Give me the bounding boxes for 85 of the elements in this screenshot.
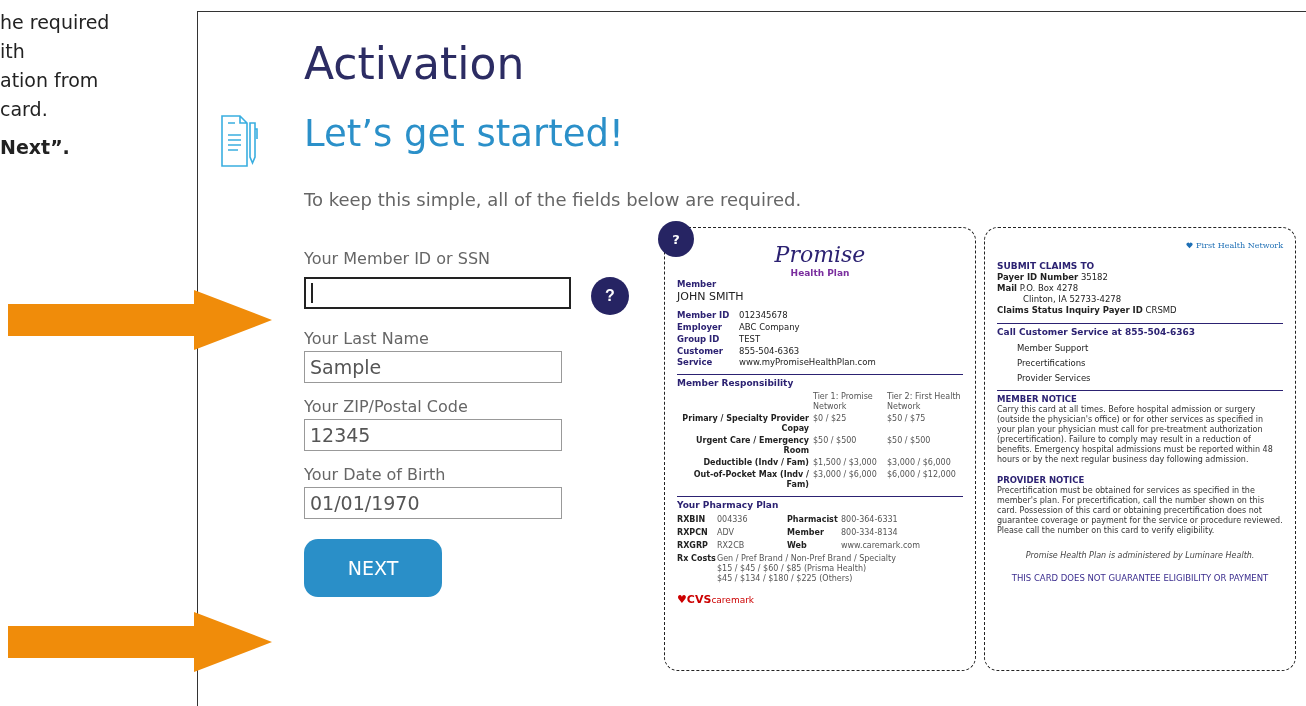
pharmacy-logo: ♥CVS: [677, 593, 712, 606]
instruction-text: ith: [0, 39, 26, 64]
row-label: Out-of-Pocket Max (Indv / Fam): [692, 470, 809, 490]
table-cell-text: $0 / $25: [813, 414, 848, 425]
table-cell-text: $50 / $500: [813, 436, 858, 447]
notice-text: Precertification must be obtained for services as specified in the member's plan. For precertification, call the number shown on this card. Possession of this card or obtaining precertification does not guarantee coverage or payment for the service or procedure reviewed. Please call the number on this card to verify eligibility.: [997, 486, 1283, 536]
field-label: Your Member ID or SSN: [304, 249, 491, 268]
logo-subtitle: Health Plan: [790, 268, 850, 278]
card-label: RXPCN: [677, 528, 709, 538]
field-label: Your Last Name: [304, 329, 430, 348]
card-value: 855-504-6363: [739, 346, 801, 357]
section-title: SUBMIT CLAIMS TO: [997, 261, 1096, 272]
instruction-text: card.: [0, 97, 49, 122]
card-value: Gen / Pref Brand / Non-Pref Brand / Specialty: [717, 554, 896, 564]
notice-title: MEMBER NOTICE: [997, 394, 1078, 405]
card-label: Group ID: [677, 334, 721, 345]
section-title: Member Responsibility: [677, 374, 963, 389]
card-value: 004336: [717, 515, 749, 525]
arrow-icon: [8, 612, 272, 672]
input-field[interactable]: [304, 277, 571, 309]
column-header: Tier 1: Promise Network: [813, 392, 874, 412]
section-title: Call Customer Service at 855-504-6363: [997, 323, 1283, 338]
member-name: JOHN SMITH: [677, 290, 745, 304]
row-label: Deductible (Indv / Fam): [702, 458, 809, 468]
card-label: Member ID: [677, 310, 731, 321]
notice-title: PROVIDER NOTICE: [997, 475, 1086, 486]
instruction-text: he required: [0, 10, 111, 35]
input-field[interactable]: 12345: [304, 419, 562, 451]
card-value: $15 / $45 / $60 / $85 (Prisma Health): [717, 564, 868, 574]
help-button[interactable]: ?: [591, 277, 629, 315]
heart-icon: [1185, 242, 1193, 249]
claims-text: Clinton, IA 52733-4278: [1022, 294, 1123, 305]
service-item: Member Support: [1016, 342, 1090, 355]
claims-text: Claims Status Inquiry Payer ID CRSMD: [997, 305, 1178, 316]
input-field[interactable]: 01/01/1970: [304, 487, 562, 519]
card-value: 012345678: [739, 310, 788, 321]
card-label: Customer Service: [677, 346, 725, 368]
service-item: Precertifications: [1016, 357, 1087, 370]
card-value: www.caremark.com: [841, 541, 922, 551]
network-logo: First Health Network: [1195, 240, 1283, 251]
table-cell-text: $3,000 / $6,000: [887, 458, 952, 468]
disclaimer-text: THIS CARD DOES NOT GUARANTEE ELIGIBILITY OR PAYMENT: [1010, 573, 1270, 584]
card-label: Web: [787, 541, 808, 551]
administrator-text: Promise Health Plan is administered by Luminare Health.: [1024, 550, 1256, 561]
service-item: Provider Services: [1016, 372, 1092, 385]
row-label: Primary / Specialty Provider Copay: [681, 414, 809, 434]
help-badge[interactable]: ?: [658, 221, 694, 257]
claims-text: Payer ID Number 35182: [997, 272, 1109, 283]
card-value: 800-334-8134: [841, 528, 899, 538]
instruction-text: Next”.: [0, 135, 71, 160]
input-field[interactable]: Sample: [304, 351, 562, 383]
table-cell-text: $3,000 / $6,000: [813, 470, 878, 481]
page-heading: Let’s get started!: [304, 111, 624, 155]
card-value: RX2CB: [717, 541, 746, 551]
table-cell-text: $6,000 / $12,000: [887, 470, 957, 481]
card-label: Pharmacist: [787, 515, 839, 525]
card-value: TEST: [739, 334, 761, 345]
card-label: RXGRP: [677, 541, 709, 551]
claims-text: Mail P.O. Box 4278: [997, 283, 1080, 294]
instruction-text: ation from: [0, 68, 100, 93]
section-title: Your Pharmacy Plan: [677, 496, 963, 511]
column-header: Tier 2: First Health Network: [887, 392, 962, 412]
next-button[interactable]: NEXT: [304, 539, 442, 597]
card-label: Member: [787, 528, 825, 538]
field-label: Your Date of Birth: [304, 465, 447, 484]
card-value: ABC Company: [739, 322, 800, 333]
table-cell-text: $50 / $75: [887, 414, 927, 425]
card-value: www.myPromiseHealthPlan.com: [739, 357, 876, 368]
notice-text: Carry this card at all times. Before hospital admission or surgery (outside the physician's office) or for other services as specified in your plan your physician must call for pre-treatment authorization (precertification). Failure to comply may result in a reduction of benefits. Emergency hospital admissions must be reported within 48 hours or by the next regular business day following admission.: [997, 405, 1274, 465]
card-value: $45 / $134 / $180 / $225 (Others): [717, 574, 854, 584]
promise-logo: Promise: [774, 242, 866, 267]
card-value: 800-364-6331: [841, 515, 899, 525]
card-label: RXBIN: [677, 515, 707, 525]
card-label: Rx Costs: [677, 554, 717, 565]
pharmacy-logo-subtitle: caremark: [711, 595, 755, 605]
card-label: Employer: [677, 322, 723, 333]
table-cell-text: $1,500 / $3,000: [813, 458, 878, 468]
arrow-icon: [8, 290, 272, 350]
card-value: ADV: [717, 528, 735, 538]
field-label: Your ZIP/Postal Code: [304, 397, 469, 416]
table-cell-text: $50 / $500: [887, 436, 932, 447]
page-title: Activation: [304, 37, 526, 91]
card-label: Member: [677, 279, 718, 290]
instructions-text: To keep this simple, all of the fields below are required.: [304, 189, 803, 210]
row-label: Urgent Care / Emergency Room: [695, 436, 809, 456]
